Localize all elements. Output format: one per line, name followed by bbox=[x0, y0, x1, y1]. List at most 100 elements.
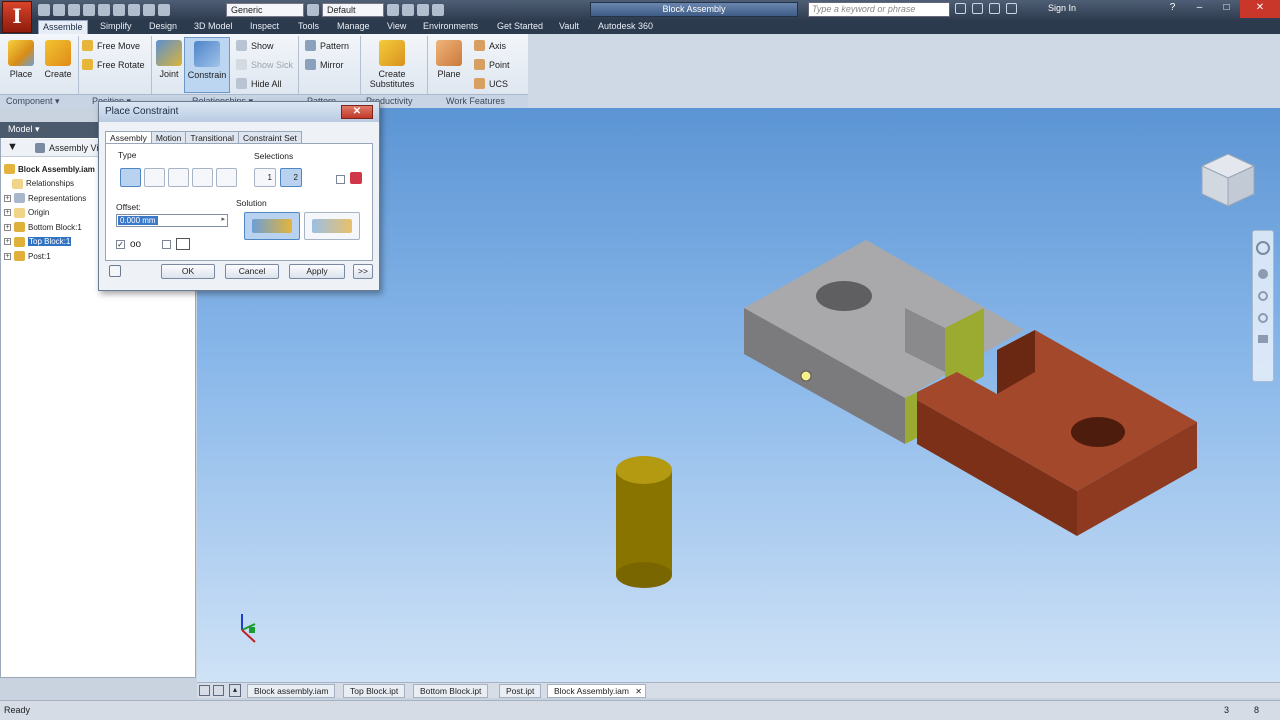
star-icon[interactable] bbox=[989, 3, 1000, 14]
cancel-button[interactable]: Cancel bbox=[225, 264, 279, 279]
joint-button[interactable]: Joint bbox=[155, 40, 183, 79]
ucs-button[interactable]: UCS bbox=[474, 78, 508, 89]
search-input[interactable]: Type a keyword or phrase bbox=[808, 2, 950, 17]
plane-button[interactable]: Plane bbox=[434, 40, 464, 79]
zoom-icon[interactable] bbox=[1258, 291, 1268, 301]
tree-node-relationships[interactable]: Relationships bbox=[4, 177, 95, 192]
place-button[interactable]: Place bbox=[6, 40, 36, 79]
doc-tab-top-block[interactable]: Top Block.ipt bbox=[343, 684, 406, 698]
close-tab-icon[interactable]: ✕ bbox=[635, 685, 642, 698]
mate-constraint-icon[interactable] bbox=[120, 168, 141, 187]
tree-node-representations[interactable]: + Representations bbox=[4, 191, 95, 206]
expand-icon[interactable]: + bbox=[4, 252, 11, 260]
update-icon[interactable] bbox=[143, 4, 155, 16]
expand-icon[interactable]: + bbox=[4, 209, 11, 217]
clear-icon[interactable] bbox=[402, 4, 414, 16]
show-preview-checkbox[interactable]: ✓ bbox=[116, 240, 125, 249]
ok-button[interactable]: OK bbox=[161, 264, 215, 279]
pattern-button[interactable]: Pattern bbox=[305, 40, 349, 51]
create-button[interactable]: Create bbox=[42, 40, 74, 79]
appearance-combo[interactable]: Default bbox=[322, 3, 384, 17]
tab-environments[interactable]: Environments bbox=[419, 20, 482, 34]
tab-tools[interactable]: Tools bbox=[294, 20, 323, 34]
tab-design[interactable]: Design bbox=[145, 20, 181, 34]
pick-part-first-checkbox[interactable] bbox=[336, 175, 345, 184]
minimize-button[interactable]: – bbox=[1186, 0, 1213, 18]
tab-view[interactable]: View bbox=[383, 20, 410, 34]
show-sick-button[interactable]: Show Sick bbox=[236, 59, 293, 70]
select-icon[interactable] bbox=[128, 4, 140, 16]
tab-menu-icon[interactable]: ▴ bbox=[229, 684, 241, 697]
viewcube[interactable] bbox=[1198, 150, 1258, 210]
fx-icon[interactable] bbox=[417, 4, 429, 16]
new-icon[interactable] bbox=[38, 4, 50, 16]
selection-2-button[interactable]: 2 bbox=[280, 168, 302, 187]
measure-icon[interactable] bbox=[432, 4, 444, 16]
mate-solution-button[interactable] bbox=[244, 212, 300, 240]
doc-tab-block-assembly-active[interactable]: Block Assembly.iam ✕ bbox=[547, 684, 646, 698]
tools-icon[interactable] bbox=[972, 3, 983, 14]
tree-node-bottom-block[interactable]: + Bottom Block:1 bbox=[4, 220, 95, 235]
help-icon[interactable] bbox=[109, 265, 121, 277]
selection-1-button[interactable]: 1 bbox=[254, 168, 276, 187]
offset-input[interactable]: 0.000 mm ▸ bbox=[116, 214, 228, 227]
tree-node-origin[interactable]: + Origin bbox=[4, 206, 95, 221]
adjust-icon[interactable] bbox=[387, 4, 399, 16]
free-rotate-button[interactable]: Free Rotate bbox=[82, 59, 145, 70]
create-substitutes-button[interactable]: Create Substitutes bbox=[362, 40, 422, 89]
tangent-constraint-icon[interactable] bbox=[168, 168, 189, 187]
dialog-title[interactable]: Place Constraint bbox=[99, 102, 379, 122]
tab-get-started[interactable]: Get Started bbox=[493, 20, 547, 34]
offset-dropdown-icon[interactable]: ▸ bbox=[221, 215, 225, 223]
mirror-button[interactable]: Mirror bbox=[305, 59, 344, 70]
close-button[interactable]: ✕ bbox=[1240, 0, 1280, 18]
doc-tab-block-assembly-1[interactable]: Block assembly.iam bbox=[247, 684, 336, 698]
predict-offset-checkbox[interactable] bbox=[162, 240, 171, 249]
flush-solution-button[interactable] bbox=[304, 212, 360, 240]
redo-icon[interactable] bbox=[98, 4, 110, 16]
tab-autodesk-360[interactable]: Autodesk 360 bbox=[594, 20, 657, 34]
undo-icon[interactable] bbox=[83, 4, 95, 16]
tree-node-post[interactable]: + Post:1 bbox=[4, 249, 95, 264]
dialog-close-button[interactable]: ✕ bbox=[341, 105, 373, 119]
steering-wheel-icon[interactable] bbox=[1256, 241, 1270, 255]
help-icon[interactable]: ? bbox=[1159, 0, 1186, 18]
tab-manage[interactable]: Manage bbox=[333, 20, 374, 34]
cascade-icon[interactable] bbox=[213, 685, 224, 696]
more-button[interactable]: >> bbox=[353, 264, 373, 279]
show-button[interactable]: Show bbox=[236, 40, 274, 51]
axis-button[interactable]: Axis bbox=[474, 40, 506, 51]
tab-assemble[interactable]: Assemble bbox=[38, 20, 88, 34]
tab-inspect[interactable]: Inspect bbox=[246, 20, 283, 34]
free-move-button[interactable]: Free Move bbox=[82, 40, 140, 51]
pan-icon[interactable] bbox=[1258, 269, 1268, 279]
expand-icon[interactable]: + bbox=[4, 223, 11, 231]
filter-icon[interactable]: ▼ bbox=[7, 141, 18, 153]
constrain-button[interactable]: Constrain bbox=[184, 37, 230, 93]
symmetry-constraint-icon[interactable] bbox=[216, 168, 237, 187]
look-at-icon[interactable] bbox=[1258, 335, 1268, 343]
sign-in-link[interactable]: Sign In bbox=[1048, 3, 1076, 13]
tile-icon[interactable] bbox=[199, 685, 210, 696]
tree-node-top-block[interactable]: + Top Block:1 bbox=[4, 235, 95, 250]
point-button[interactable]: Point bbox=[474, 59, 510, 70]
doc-tab-bottom-block[interactable]: Bottom Block.ipt bbox=[413, 684, 489, 698]
tab-vault[interactable]: Vault bbox=[555, 20, 583, 34]
doc-tab-post[interactable]: Post.ipt bbox=[499, 684, 542, 698]
expand-icon[interactable]: + bbox=[4, 194, 11, 202]
binoculars-icon[interactable] bbox=[955, 3, 966, 14]
panel-component[interactable]: Component ▾ bbox=[6, 96, 60, 107]
material-combo[interactable]: Generic bbox=[226, 3, 304, 17]
user-icon[interactable] bbox=[1006, 3, 1017, 14]
tab-3d-model[interactable]: 3D Model bbox=[190, 20, 237, 34]
expand-icon[interactable]: + bbox=[4, 238, 11, 246]
open-icon[interactable] bbox=[53, 4, 65, 16]
hide-all-button[interactable]: Hide All bbox=[236, 78, 282, 89]
post-cylinder[interactable] bbox=[616, 456, 672, 588]
apply-button[interactable]: Apply bbox=[289, 264, 345, 279]
tab-simplify[interactable]: Simplify bbox=[96, 20, 136, 34]
maximize-button[interactable]: □ bbox=[1213, 0, 1240, 18]
home-icon[interactable] bbox=[113, 4, 125, 16]
orbit-icon[interactable] bbox=[1258, 313, 1268, 323]
angle-constraint-icon[interactable] bbox=[144, 168, 165, 187]
